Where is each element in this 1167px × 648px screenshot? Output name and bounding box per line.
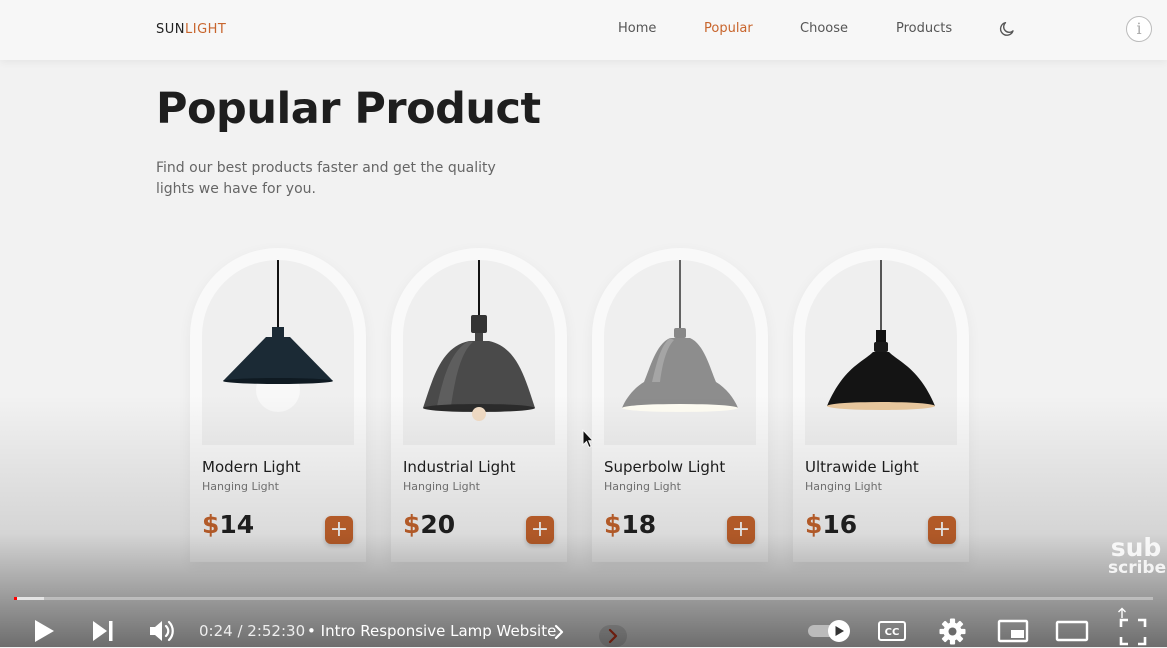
lamp-icon [223,260,333,412]
plus-icon[interactable]: + [928,516,956,544]
nav-home[interactable]: Home [618,21,656,36]
price-value: 16 [822,510,858,539]
brand-logo[interactable]: SUNLIGHT [156,22,226,37]
info-icon[interactable]: i [1126,16,1152,42]
product-name: Modern Light [202,458,301,476]
product-price: $14 [202,510,254,539]
volume-icon[interactable] [148,618,176,644]
subscribe-watermark[interactable]: sub scribe [1108,533,1167,578]
site-header: SUNLIGHT Home Popular Choose Products [0,0,1167,60]
plus-icon[interactable]: + [727,516,755,544]
product-card: Superbolw Light Hanging Light $18 + [592,248,768,562]
captions-icon[interactable]: CC [878,621,906,641]
next-icon[interactable] [91,619,115,643]
price-value: 18 [621,510,657,539]
product-category: Hanging Light [805,480,882,493]
current-time: 0:24 [199,622,233,640]
product-name: Superbolw Light [604,458,726,476]
price-value: 14 [219,510,255,539]
chapter-bullet: • [307,622,316,640]
price-currency: $ [202,510,220,539]
nav-products[interactable]: Products [896,21,952,36]
product-category: Hanging Light [604,480,681,493]
chapter-button[interactable]: • Intro Responsive Lamp Website [307,622,556,640]
price-currency: $ [805,510,823,539]
mouse-cursor-icon [582,429,594,449]
nav-popular[interactable]: Popular [704,21,753,36]
product-image [604,260,756,445]
product-category: Hanging Light [202,480,279,493]
product-category: Hanging Light [403,480,480,493]
chapter-title: Intro Responsive Lamp Website [320,622,557,640]
plus-icon[interactable]: + [526,516,554,544]
progress-loaded [14,597,44,600]
moon-icon[interactable] [998,20,1016,38]
product-card: Industrial Light Hanging Light $20 + [391,248,567,562]
product-price: $18 [604,510,656,539]
brand-accent: LIGHT [185,22,227,37]
chevron-right-icon[interactable] [598,624,628,648]
product-card: Modern Light Hanging Light $14 + [190,248,366,562]
product-image [805,260,957,445]
product-name: Ultrawide Light [805,458,919,476]
product-name: Industrial Light [403,458,516,476]
price-value: 20 [420,510,456,539]
play-icon[interactable] [32,618,56,644]
product-card: Ultrawide Light Hanging Light $16 + [793,248,969,562]
watermark-line-2: scribe [1108,558,1167,578]
lamp-icon [423,260,535,421]
section-title: Popular Product [156,84,541,134]
price-currency: $ [403,510,421,539]
settings-gear-icon[interactable] [939,618,966,645]
duration: 2:52:30 [247,622,306,640]
product-image [403,260,555,445]
watermark-line-1: sub [1110,533,1162,562]
nav-choose[interactable]: Choose [800,21,848,36]
section-description: Find our best products faster and get th… [156,160,496,197]
plus-icon[interactable]: + [325,516,353,544]
progress-played [14,597,17,600]
product-price: $16 [805,510,857,539]
product-image [202,260,354,445]
miniplayer-icon[interactable] [997,619,1029,643]
fullscreen-icon[interactable] [1119,618,1147,646]
time-display: 0:24 / 2:52:30 [199,622,305,640]
product-price: $20 [403,510,455,539]
price-currency: $ [604,510,622,539]
theater-mode-icon[interactable] [1055,620,1089,642]
brand-prefix: SUN [156,22,185,37]
autoplay-toggle-icon[interactable] [806,619,852,643]
progress-bar[interactable] [14,597,1153,600]
lamp-icon [827,260,935,410]
lamp-icon [622,260,738,412]
chevron-right-icon[interactable] [553,624,565,640]
time-separator: / [232,622,248,640]
